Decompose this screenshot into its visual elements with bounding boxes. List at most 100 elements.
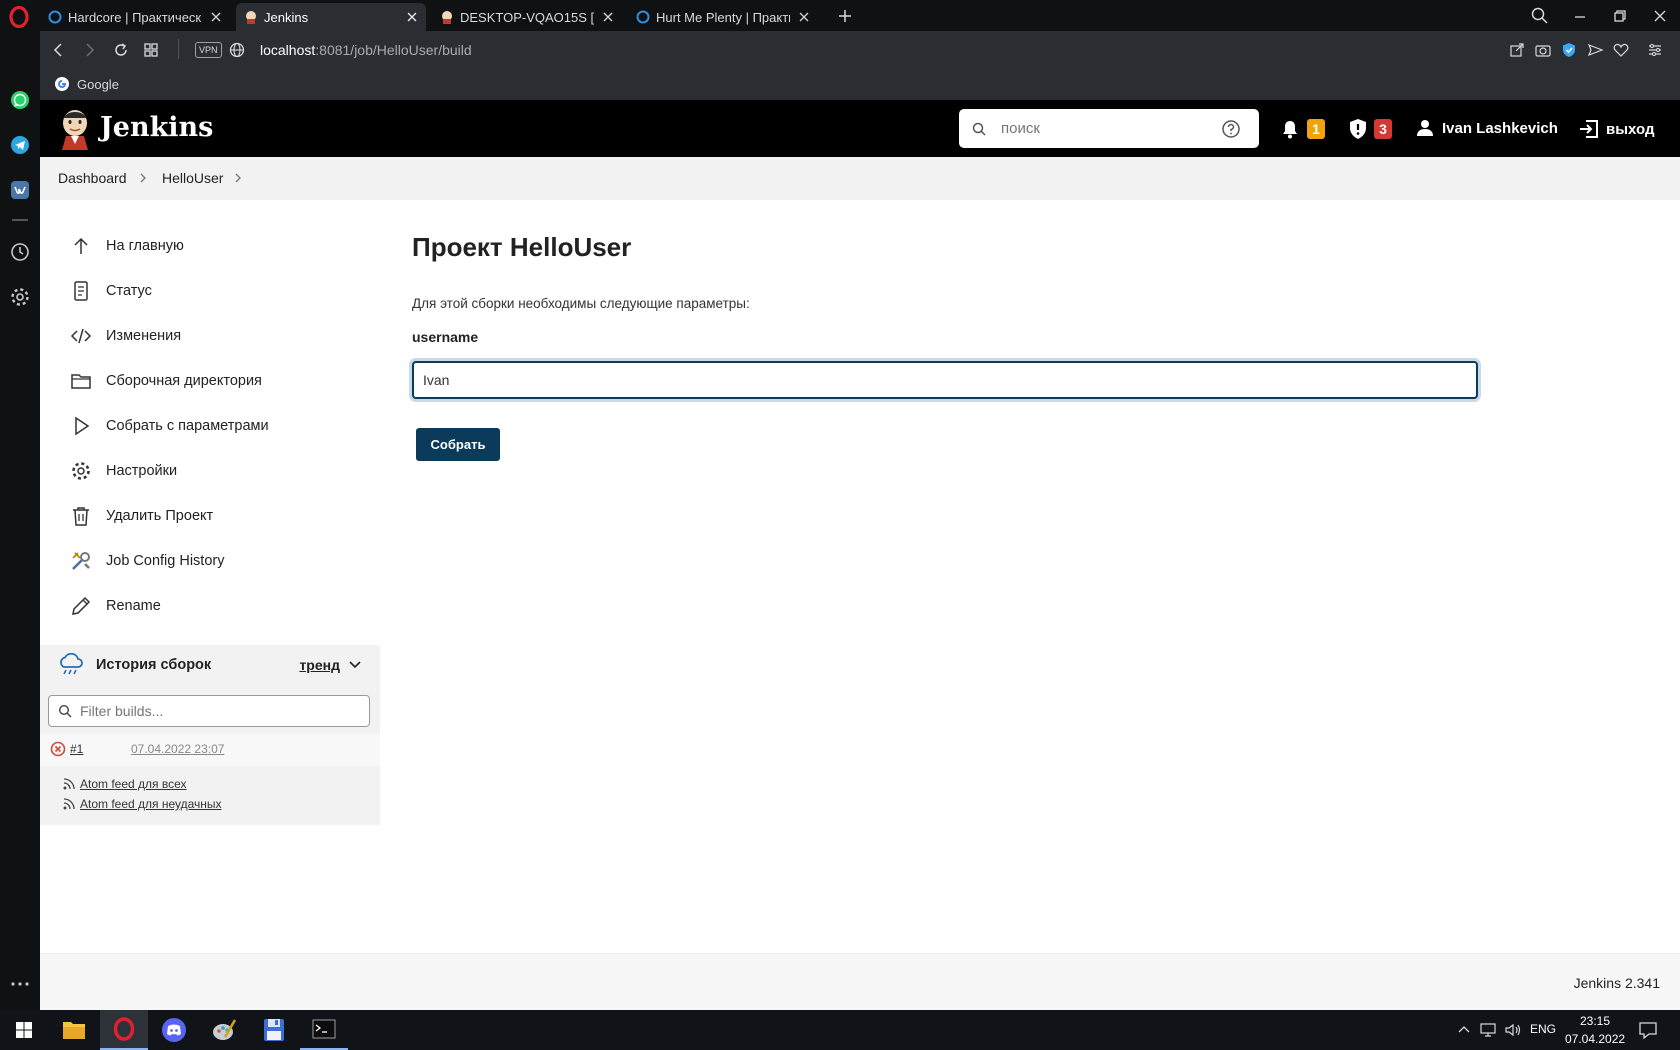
side-nav-configure[interactable]: Настройки (70, 448, 370, 493)
restore-window-button[interactable] (1610, 6, 1630, 26)
share-icon[interactable] (1508, 41, 1526, 59)
build-date-link[interactable]: 07.04.2022 23:07 (131, 742, 224, 756)
system-clock[interactable]: 23:15 07.04.2022 (1565, 1012, 1625, 1048)
chevron-right-icon (140, 173, 146, 183)
vpn-badge[interactable]: VPN (195, 42, 222, 58)
play-icon (75, 416, 90, 435)
easy-setup-icon[interactable] (1646, 41, 1664, 59)
close-tab-icon[interactable] (600, 9, 616, 25)
help-question-icon[interactable] (1221, 119, 1241, 139)
filter-builds-box[interactable] (48, 695, 370, 727)
telegram-icon[interactable] (9, 134, 31, 156)
filter-builds-input[interactable] (80, 703, 360, 719)
atom-feed-all[interactable]: Atom feed для всех (62, 777, 187, 791)
settings-gear-icon[interactable] (9, 286, 31, 308)
side-nav-label: Rename (106, 597, 161, 614)
taskbar-discord[interactable] (150, 1010, 198, 1050)
build-number-link[interactable]: #1 (70, 742, 83, 756)
breadcrumb-dashboard[interactable]: Dashboard (58, 170, 127, 186)
side-nav-changes[interactable]: Изменения (70, 313, 370, 358)
jenkins-version-link[interactable]: Jenkins 2.341 (1574, 975, 1660, 991)
tab-label: Jenkins (264, 9, 309, 25)
snapshot-camera-icon[interactable] (1534, 41, 1552, 59)
username-input[interactable] (412, 361, 1478, 399)
atom-feed-failed[interactable]: Atom feed для неудачных (62, 797, 222, 811)
jenkins-footer: Jenkins 2.341 (40, 953, 1680, 1010)
adblock-shield-icon[interactable] (1560, 41, 1578, 59)
chevron-right-icon[interactable] (232, 172, 244, 184)
network-icon[interactable] (1480, 1022, 1498, 1038)
side-nav-build-with-params[interactable]: Собрать с параметрами (70, 403, 370, 448)
back-button[interactable] (50, 41, 68, 59)
terminal-icon (312, 1019, 336, 1039)
show-hidden-icons-chevron-icon[interactable] (1456, 1022, 1472, 1038)
build-submit-button[interactable]: Собрать (416, 428, 500, 461)
notifications-count-badge[interactable]: 1 (1307, 119, 1325, 139)
breadcrumb-hellouser[interactable]: HelloUser (162, 170, 223, 186)
pencil-icon (72, 596, 91, 615)
search-tabs-icon[interactable] (1530, 6, 1550, 26)
tab-jenkins[interactable]: Jenkins (236, 3, 426, 31)
chevron-down-icon[interactable] (348, 658, 362, 672)
user-menu[interactable]: Ivan Lashkevich (1416, 119, 1558, 137)
tab-hurt-me-plenty[interactable]: Hurt Me Plenty | Практиче (628, 3, 818, 31)
google-logo-icon (55, 77, 69, 91)
bookmarks-bar: Google (40, 69, 1680, 100)
globe-icon[interactable] (228, 41, 246, 59)
taskbar-terminal[interactable] (300, 1010, 348, 1050)
side-nav-delete-project[interactable]: Удалить Проект (70, 493, 370, 538)
windows-logo-icon (16, 1022, 32, 1038)
send-icon[interactable] (1586, 41, 1604, 59)
side-nav-home[interactable]: На главную (70, 223, 370, 268)
close-window-button[interactable] (1650, 6, 1670, 26)
taskbar-opera[interactable] (100, 1010, 148, 1050)
feed-label: Atom feed для неудачных (80, 797, 222, 811)
taskbar-file-explorer[interactable] (50, 1010, 98, 1050)
side-nav-workspace[interactable]: Сборочная директория (70, 358, 370, 403)
start-button[interactable] (0, 1010, 48, 1050)
taskbar-floppy-app[interactable] (250, 1010, 298, 1050)
forward-button[interactable] (80, 41, 98, 59)
tab-hardcore[interactable]: Hardcore | Практические з (40, 3, 230, 31)
page-content: На главную Статус Изменения Сборочная ди… (40, 200, 1680, 953)
build-row: #1 07.04.2022 23:07 (40, 734, 380, 766)
discord-icon (162, 1018, 186, 1042)
close-tab-icon[interactable] (208, 9, 224, 25)
security-shield-icon[interactable] (1348, 118, 1368, 140)
search-box[interactable] (959, 109, 1259, 148)
close-tab-icon[interactable] (796, 9, 812, 25)
weather-rain-icon (60, 653, 83, 675)
volume-icon[interactable] (1504, 1022, 1522, 1038)
history-clock-icon[interactable] (9, 241, 31, 263)
vk-icon[interactable] (9, 179, 31, 201)
tab-desktop-jenkins[interactable]: DESKTOP-VQAO15S [Jenkin (432, 3, 622, 31)
user-icon (1417, 120, 1433, 136)
speed-dial-grid-icon[interactable] (142, 41, 160, 59)
side-nav-rename[interactable]: Rename (70, 583, 370, 628)
bookmark-google[interactable]: Google (54, 76, 119, 92)
whatsapp-icon[interactable] (9, 89, 31, 111)
favorite-heart-icon[interactable] (1612, 41, 1630, 59)
jenkins-butler-logo-icon[interactable] (58, 108, 92, 150)
input-language[interactable]: ENG (1530, 1022, 1556, 1036)
search-input[interactable] (1001, 120, 1221, 137)
jenkins-logo-text[interactable]: Jenkins (100, 112, 213, 144)
new-tab-button[interactable] (836, 7, 854, 25)
side-nav-status[interactable]: Статус (70, 268, 370, 313)
logout-link[interactable]: выход (1578, 119, 1655, 139)
more-options-icon[interactable] (9, 979, 31, 989)
close-tab-icon[interactable] (404, 9, 420, 25)
notification-center-icon[interactable] (1638, 1020, 1658, 1040)
url-field[interactable]: localhost:8081/job/HelloUser/build (260, 41, 472, 59)
side-nav-label: Статус (106, 282, 152, 299)
reload-button[interactable] (112, 41, 130, 59)
user-name: Ivan Lashkevich (1442, 119, 1558, 137)
side-nav-job-config-history[interactable]: Job Config History (70, 538, 370, 583)
taskbar-paint[interactable] (200, 1010, 248, 1050)
opera-logo-icon[interactable] (8, 6, 30, 28)
security-count-badge[interactable]: 3 (1374, 119, 1392, 139)
minimize-window-button[interactable] (1570, 6, 1590, 26)
notifications-bell-icon[interactable] (1280, 119, 1300, 139)
side-nav-label: Job Config History (106, 552, 225, 569)
trend-link[interactable]: тренд (299, 657, 340, 673)
